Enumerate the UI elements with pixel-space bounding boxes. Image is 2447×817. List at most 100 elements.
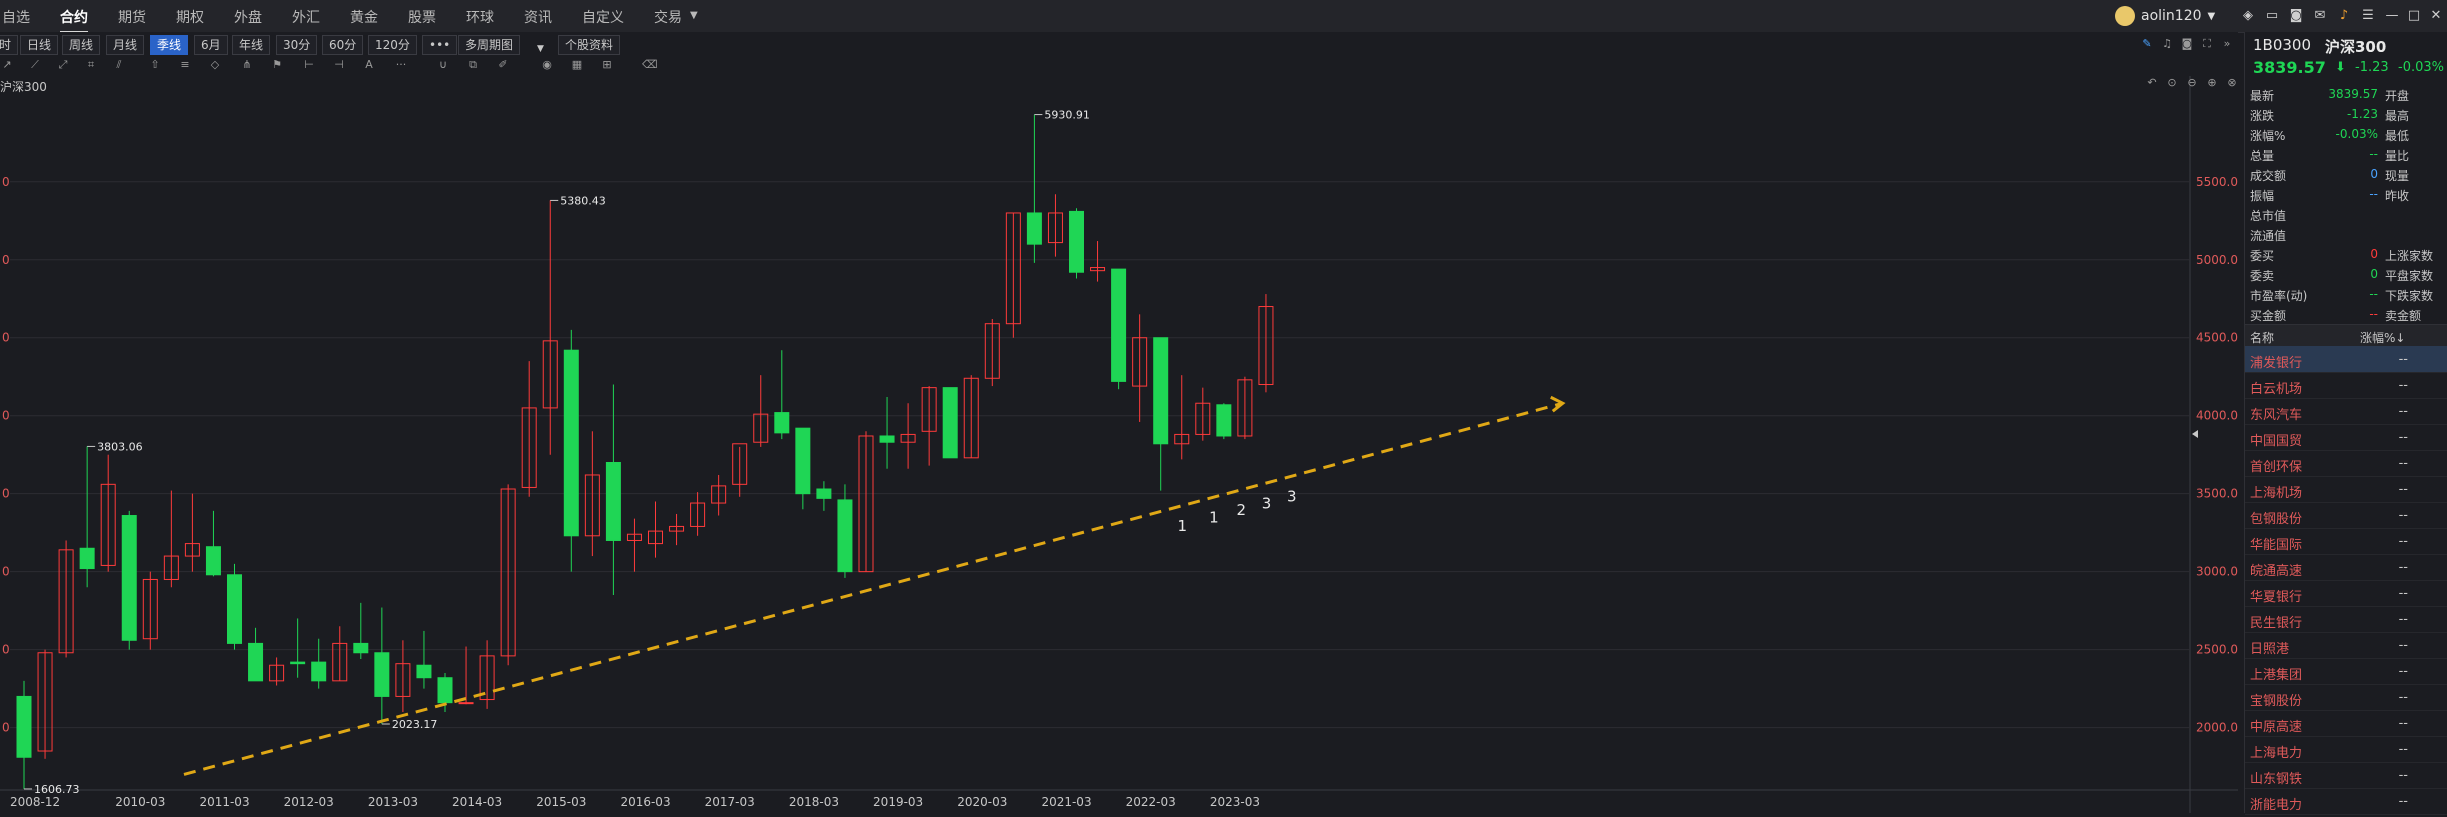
- list-header-pct[interactable]: 涨幅%↓: [2360, 329, 2405, 346]
- list-item[interactable]: 华夏银行 --: [2245, 580, 2447, 607]
- period-60min[interactable]: 60分: [322, 35, 364, 55]
- fan-tool-icon[interactable]: ⋔: [240, 58, 254, 72]
- close-icon[interactable]: ⊗: [2225, 76, 2239, 90]
- arrow-down-icon: ⬇: [2335, 60, 2346, 75]
- y-tick-label: 3500.00: [2196, 487, 2238, 501]
- stock-name: 皖通高速: [2250, 564, 2303, 579]
- list-item[interactable]: 宝钢股份 --: [2245, 684, 2447, 711]
- list-item[interactable]: 东风汽车 --: [2245, 398, 2447, 425]
- expand-icon[interactable]: ⛶: [2200, 37, 2214, 51]
- nav-item-gold[interactable]: 黄金: [350, 7, 378, 27]
- kline-chart[interactable]: 沪深300 ↶ ⊙ ⊖ ⊕ ⊗ 2000.00 0 2500.00 0 3000.00 0…: [0, 76, 2246, 813]
- settings-icon[interactable]: ⊙: [2165, 76, 2179, 90]
- list-item[interactable]: 首创环保 --: [2245, 450, 2447, 477]
- ruler-tool-icon[interactable]: ⊣: [332, 58, 346, 72]
- eye-icon[interactable]: ◉: [540, 58, 554, 72]
- cursor-icon[interactable]: ↗: [0, 58, 14, 72]
- nav-item-trade[interactable]: 交易: [654, 7, 682, 27]
- period-weekly[interactable]: 周线: [62, 35, 101, 55]
- list-header-name[interactable]: 名称: [2250, 329, 2274, 346]
- period-yearly[interactable]: 年线: [232, 35, 271, 55]
- stock-name: 日照港: [2250, 642, 2290, 657]
- undo-icon[interactable]: ↶: [2145, 76, 2159, 90]
- brush-icon[interactable]: ✐: [496, 58, 510, 72]
- list-item[interactable]: 华能国际 --: [2245, 528, 2447, 555]
- eraser-icon[interactable]: ⌫: [642, 58, 658, 72]
- copy-icon[interactable]: ⧉: [466, 58, 480, 72]
- line-tool-icon[interactable]: ⟋: [28, 58, 42, 72]
- list-item[interactable]: 中原高速 --: [2245, 710, 2447, 737]
- period-6m[interactable]: 6月: [194, 35, 228, 55]
- nav-item-custom[interactable]: 自定义: [582, 7, 624, 27]
- maximize-icon[interactable]: □: [2406, 8, 2422, 24]
- measure-tool-icon[interactable]: ⊢: [302, 58, 316, 72]
- stock-info-button[interactable]: 个股资料: [558, 35, 621, 55]
- user-account[interactable]: aolin120 ▼: [2115, 4, 2215, 28]
- list-item[interactable]: 皖通高速 --: [2245, 554, 2447, 581]
- crop-tool-icon[interactable]: ⌗: [84, 58, 98, 72]
- nav-item-options[interactable]: 期权: [176, 7, 204, 27]
- camera-icon[interactable]: ◙: [2180, 37, 2194, 51]
- ray-tool-icon[interactable]: ⤢: [56, 58, 70, 72]
- camera-icon[interactable]: ◙: [2288, 8, 2304, 24]
- x-tick-label: 2008-12: [10, 795, 60, 809]
- period-daily[interactable]: 日线: [20, 35, 59, 55]
- arrow-up-tool-icon[interactable]: ⇧: [148, 58, 162, 72]
- monitor-icon[interactable]: ▭: [2264, 8, 2280, 24]
- zoom-in-icon[interactable]: ⊕: [2205, 76, 2219, 90]
- multi-period-button[interactable]: 多周期图: [458, 35, 521, 55]
- list-item[interactable]: 浦发银行 --: [2245, 346, 2447, 373]
- nav-item-forex[interactable]: 外汇: [292, 7, 320, 27]
- list-item[interactable]: 中国国贸 --: [2245, 424, 2447, 451]
- nav-item-foreign-market[interactable]: 外盘: [234, 7, 262, 27]
- close-icon[interactable]: ✕: [2428, 8, 2444, 24]
- pencil-icon[interactable]: ✎: [2140, 37, 2154, 51]
- more-tools-icon[interactable]: ···: [394, 58, 408, 72]
- period-30min[interactable]: 30分: [276, 35, 318, 55]
- list-item[interactable]: 山东钢铁 --: [2245, 762, 2447, 789]
- nav-item-global[interactable]: 环球: [466, 7, 494, 27]
- layers-icon[interactable]: ◈: [2240, 8, 2256, 24]
- quote-row-value: --: [2369, 147, 2378, 161]
- x-tick-label: 2010-03: [115, 795, 165, 809]
- nav-item-news[interactable]: 资讯: [524, 7, 552, 27]
- list-item[interactable]: 日照港 --: [2245, 632, 2447, 659]
- nav-item-contract[interactable]: 合约: [60, 7, 88, 33]
- list-item[interactable]: 浙能电力 --: [2245, 788, 2447, 815]
- period-intraday[interactable]: 分时: [0, 35, 19, 55]
- list-item[interactable]: 上海机场 --: [2245, 476, 2447, 503]
- more-periods-button[interactable]: •••: [422, 35, 458, 55]
- list-item[interactable]: 上海电力 --: [2245, 736, 2447, 763]
- magnet-icon[interactable]: ∪: [436, 58, 450, 72]
- minimize-icon[interactable]: —: [2384, 8, 2400, 24]
- zoom-out-icon[interactable]: ⊖: [2185, 76, 2199, 90]
- align-tool-icon[interactable]: ≡: [178, 58, 192, 72]
- collapse-icon[interactable]: »: [2220, 37, 2234, 51]
- mail-icon[interactable]: ✉: [2312, 8, 2328, 24]
- bell-icon[interactable]: ♪: [2336, 8, 2352, 24]
- list-item[interactable]: 上港集团 --: [2245, 658, 2447, 685]
- period-quarterly[interactable]: 季线: [150, 35, 189, 55]
- nav-item-watchlist[interactable]: 自选: [2, 7, 30, 27]
- quote-row-value: 0: [2370, 247, 2378, 261]
- candle-body: [563, 349, 579, 537]
- calendar-icon[interactable]: ▦: [570, 58, 584, 72]
- grid-icon[interactable]: ⊞: [600, 58, 614, 72]
- period-120min[interactable]: 120分: [368, 35, 417, 55]
- nav-item-futures[interactable]: 期货: [118, 7, 146, 27]
- flag-tool-icon[interactable]: ⚑: [270, 58, 284, 72]
- list-item[interactable]: 白云机场 --: [2245, 372, 2447, 399]
- diamond-tool-icon[interactable]: ◇: [208, 58, 222, 72]
- quote-row: 涨幅% -0.03% 最低: [2245, 124, 2447, 144]
- chart-canvas[interactable]: 2000.00 0 2500.00 0 3000.00 0 3500.00 0 4000.00 0…: [0, 76, 2246, 813]
- bell-icon[interactable]: ♫: [2160, 37, 2174, 51]
- period-monthly[interactable]: 月线: [106, 35, 145, 55]
- menu-icon[interactable]: ☰: [2360, 8, 2376, 24]
- nav-item-stocks[interactable]: 股票: [408, 7, 436, 27]
- channel-tool-icon[interactable]: ⫽: [112, 58, 126, 72]
- chevron-down-icon[interactable]: ▼: [690, 10, 698, 21]
- list-item[interactable]: 民生银行 --: [2245, 606, 2447, 633]
- list-item[interactable]: 包钢股份 --: [2245, 502, 2447, 529]
- text-tool-icon[interactable]: A: [362, 58, 376, 72]
- stock-name: 上港集团: [2250, 668, 2303, 683]
